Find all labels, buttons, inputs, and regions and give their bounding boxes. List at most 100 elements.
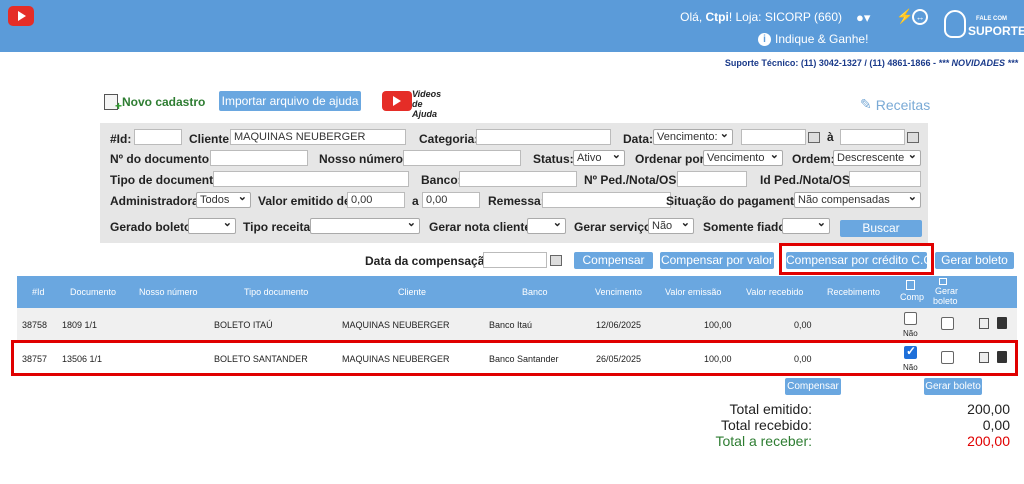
th-tipo-documento[interactable]: Tipo documento: [244, 287, 308, 297]
compensar-button[interactable]: Compensar: [574, 252, 653, 269]
ordenar-label: Ordenar por:: [635, 152, 709, 166]
swap-icon[interactable]: ↔: [912, 9, 928, 25]
receitas-label: Receitas: [875, 96, 931, 113]
data-type-select[interactable]: Vencimento:: [653, 129, 733, 145]
gerar-nota-select[interactable]: [527, 218, 566, 234]
th-banco[interactable]: Banco: [522, 287, 548, 297]
receitas-title[interactable]: ✎ Receitas: [860, 96, 930, 113]
valor-to-input[interactable]: 0,00: [422, 192, 480, 208]
gerar-servico-select[interactable]: Não: [648, 218, 694, 234]
cell-banco: Banco Itaú: [489, 320, 533, 330]
banco-label: Banco:: [421, 173, 462, 187]
calendar-icon[interactable]: [808, 132, 820, 143]
highlight-row: [11, 340, 1018, 376]
help-videos-button[interactable]: Videos de Ajuda: [382, 87, 446, 119]
date-from-input[interactable]: [741, 129, 806, 145]
comp-header-icon: [906, 280, 915, 290]
total-emitido-label: Total emitido:: [729, 401, 812, 417]
situacao-label: Situação do pagamento:: [666, 194, 806, 208]
calendar-icon[interactable]: [550, 255, 562, 266]
id-ped-input[interactable]: [849, 171, 921, 187]
suporte-big-label: SUPORTE: [968, 24, 1024, 38]
gerar-header-icon: [939, 278, 947, 285]
new-record-button[interactable]: Novo cadastro: [104, 94, 205, 113]
id-ped-label: Id Ped./Nota/OS:: [760, 173, 855, 187]
remessa-input[interactable]: [542, 192, 671, 208]
headset-icon: [944, 10, 966, 38]
categoria-input[interactable]: [476, 129, 611, 145]
ordem-label: Ordem:: [792, 152, 835, 166]
ordem-select[interactable]: Descrescente: [833, 150, 921, 166]
th-valor-recebido[interactable]: Valor recebido: [746, 287, 803, 297]
compensar-valor-button[interactable]: Compensar por valor: [660, 252, 774, 269]
th-gerar: Gerar: [935, 286, 959, 296]
tipo-doc-input[interactable]: [213, 171, 409, 187]
th-cliente[interactable]: Cliente: [398, 287, 426, 297]
youtube-icon[interactable]: [8, 6, 34, 26]
gerar-boleto-checkbox[interactable]: [941, 317, 954, 330]
id-input[interactable]: [134, 129, 182, 145]
ordenar-select[interactable]: Vencimento: [703, 150, 783, 166]
user-name: Ctpi: [705, 10, 729, 24]
calendar-icon[interactable]: [907, 132, 919, 143]
info-icon: i: [758, 32, 771, 46]
gerar-boleto-bottom-button[interactable]: Gerar boleto: [924, 378, 982, 395]
gerado-boleto-select[interactable]: [188, 218, 236, 234]
document-icon[interactable]: [979, 318, 989, 329]
documento-input[interactable]: [210, 150, 308, 166]
bolt-icon[interactable]: ⚡: [896, 8, 913, 25]
cliente-input[interactable]: MAQUINAS NEUBERGER: [230, 129, 406, 145]
th-nosso-numero[interactable]: Nosso número: [139, 287, 198, 297]
help-videos-label: Videos de Ajuda: [412, 89, 446, 119]
gerar-boleto-top-button[interactable]: Gerar boleto: [935, 252, 1014, 269]
gerar-servico-label: Gerar serviço:: [574, 220, 656, 234]
videos-line1: Videos: [412, 89, 442, 99]
indique-link[interactable]: i Indique & Ganhe!: [758, 32, 868, 46]
data-compensacao-input[interactable]: [483, 252, 547, 268]
trash-icon[interactable]: [997, 317, 1007, 329]
table-row[interactable]: 38758 1809 1/1 BOLETO ITAÚ MAQUINAS NEUB…: [17, 308, 1017, 342]
videos-line2: de Ajuda: [412, 99, 438, 119]
cell-valor-emissao: 100,00: [704, 320, 732, 330]
news-link[interactable]: *** NOVIDADES ***: [938, 58, 1018, 68]
status-select[interactable]: Ativo: [573, 150, 625, 166]
greeting: Olá, Ctpi! Loja: SICORP (660): [680, 10, 842, 24]
th-vencimento[interactable]: Vencimento: [595, 287, 642, 297]
categoria-label: Categoria:: [419, 132, 479, 146]
situacao-select[interactable]: Não compensadas: [794, 192, 921, 208]
date-to-input[interactable]: [840, 129, 905, 145]
table-header: #Id Documento Nosso número Tipo document…: [17, 276, 1017, 308]
th-boleto: boleto: [933, 296, 958, 306]
suporte-small-label: FALE COM: [976, 16, 1007, 22]
indique-label: Indique & Ganhe!: [775, 32, 869, 46]
cell-documento: 1809 1/1: [62, 320, 98, 330]
highlight-credit-button: [779, 243, 934, 275]
administradora-label: Administradora:: [110, 194, 203, 208]
import-help-button[interactable]: Importar arquivo de ajuda: [219, 91, 361, 111]
somente-fiado-select[interactable]: [782, 218, 830, 234]
administradora-select[interactable]: Todos: [196, 192, 251, 208]
suporte-logo[interactable]: FALE COM SUPORTE: [944, 8, 1024, 46]
valor-from-input[interactable]: 0,00: [347, 192, 405, 208]
th-recebimento[interactable]: Recebimento: [827, 287, 880, 297]
total-recebido-label: Total recebido:: [720, 417, 812, 433]
user-menu-icon[interactable]: ●▾: [856, 10, 870, 26]
tipo-receita-select[interactable]: [310, 218, 420, 234]
th-comp[interactable]: Comp: [900, 292, 924, 302]
buscar-button[interactable]: Buscar: [840, 220, 922, 237]
filter-panel: #Id: Cliente: MAQUINAS NEUBERGER Categor…: [100, 123, 928, 243]
cell-cliente: MAQUINAS NEUBERGER: [342, 320, 450, 330]
th-documento[interactable]: Documento: [70, 287, 116, 297]
total-receber-label: Total a receber:: [715, 433, 813, 449]
greeting-prefix: Olá,: [680, 10, 703, 24]
th-valor-emissao[interactable]: Valor emissão: [665, 287, 721, 297]
ped-input[interactable]: [677, 171, 747, 187]
banco-input[interactable]: [459, 171, 577, 187]
comp-checkbox[interactable]: [904, 312, 917, 325]
gerar-nota-label: Gerar nota cliente:: [429, 220, 536, 234]
nosso-numero-input[interactable]: [403, 150, 521, 166]
th-id[interactable]: #Id: [32, 287, 45, 297]
compensar-bottom-button[interactable]: Compensar: [785, 378, 841, 395]
cell-id: 38758: [22, 320, 48, 330]
total-emitido-value: 200,00: [967, 401, 1010, 417]
